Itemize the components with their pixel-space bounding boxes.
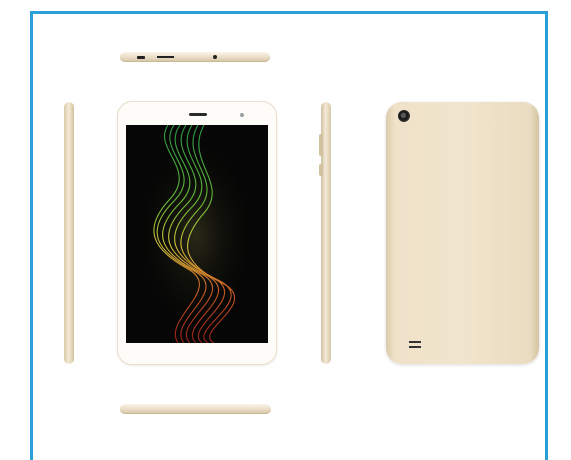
power-side-button-icon <box>319 164 323 176</box>
tablet-back-view <box>386 102 539 364</box>
speaker-grille-icon <box>409 346 421 348</box>
usb-port-icon <box>137 56 145 59</box>
speaker-grille-icon <box>409 341 421 343</box>
front-camera-icon <box>240 113 244 117</box>
rear-camera-icon <box>398 110 410 122</box>
wallpaper-wave-graphic <box>136 125 256 343</box>
headphone-jack-icon <box>213 55 217 59</box>
tablet-front-view <box>118 102 276 364</box>
tablet-bottom-edge-view <box>120 404 271 414</box>
volume-button-icon <box>319 134 323 156</box>
tablet-right-side-view <box>319 102 331 364</box>
tablet-screen <box>126 125 268 343</box>
earpiece-speaker-icon <box>189 113 207 116</box>
tablet-left-side-view <box>64 102 74 364</box>
power-button-icon <box>157 56 174 58</box>
tablet-top-edge-view <box>120 52 270 62</box>
